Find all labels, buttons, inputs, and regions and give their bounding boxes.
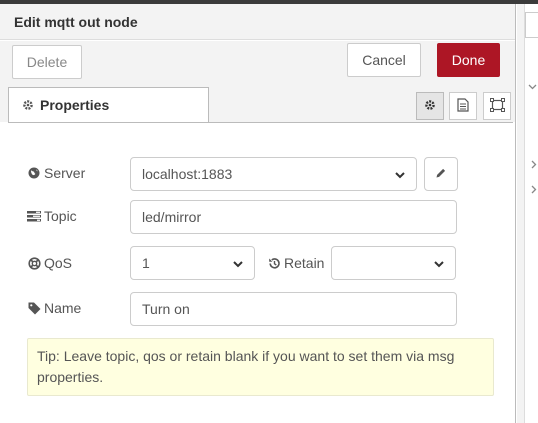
tag-icon <box>26 302 42 315</box>
server-label: Server <box>26 163 85 183</box>
tab-properties[interactable]: Properties <box>8 87 209 123</box>
server-value: localhost:1883 <box>142 166 233 182</box>
tasks-icon <box>26 210 42 222</box>
chevron-down-icon <box>232 257 244 273</box>
appearance-icon <box>489 97 505 115</box>
life-ring-icon <box>26 256 42 270</box>
tab-appearance-icon-button[interactable] <box>483 92 511 120</box>
cancel-button[interactable]: Cancel <box>347 43 421 77</box>
tab-divider <box>8 122 513 123</box>
tab-properties-label: Properties <box>40 97 110 113</box>
tab-settings-icon-button[interactable] <box>416 92 444 120</box>
qos-value: 1 <box>142 255 150 271</box>
chevron-right-icon[interactable] <box>529 185 538 197</box>
chevron-down-icon <box>394 168 406 184</box>
sidebar-tab[interactable] <box>525 12 538 38</box>
gear-icon <box>22 99 34 111</box>
topic-input[interactable]: led/mirror <box>130 200 457 234</box>
done-button[interactable]: Done <box>437 43 500 77</box>
name-value: Turn on <box>142 301 190 317</box>
gear-icon <box>424 98 436 114</box>
pencil-icon <box>435 166 447 182</box>
right-sidebar-content <box>524 4 538 423</box>
globe-icon <box>26 167 42 179</box>
tray-title: Edit mqtt out node <box>0 4 515 40</box>
chevron-right-icon[interactable] <box>529 160 538 172</box>
topic-value: led/mirror <box>142 209 202 225</box>
server-select[interactable]: localhost:1883 <box>130 157 417 191</box>
topic-label: Topic <box>26 206 77 226</box>
delete-button[interactable]: Delete <box>12 45 82 79</box>
qos-label: QoS <box>26 253 72 273</box>
description-icon <box>457 97 469 115</box>
name-label: Name <box>26 298 81 318</box>
edit-server-button[interactable] <box>424 157 458 191</box>
history-icon <box>266 257 282 270</box>
qos-select[interactable]: 1 <box>130 246 255 280</box>
retain-select[interactable] <box>331 246 456 280</box>
tip-box: Tip: Leave topic, qos or retain blank if… <box>27 338 494 396</box>
retain-label: Retain <box>266 253 324 273</box>
name-input[interactable]: Turn on <box>130 292 457 326</box>
chevron-down-icon <box>433 257 445 273</box>
tab-description-icon-button[interactable] <box>449 92 477 120</box>
chevron-down-icon[interactable] <box>528 82 537 94</box>
